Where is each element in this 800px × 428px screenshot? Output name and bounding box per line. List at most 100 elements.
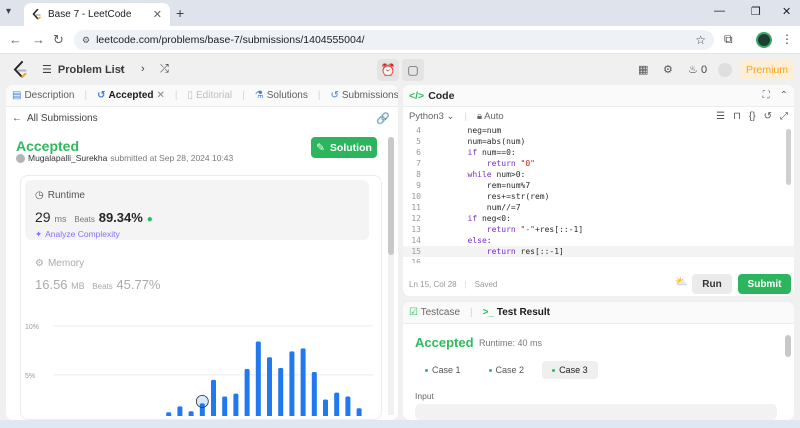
streak-counter[interactable]: ♨ 0 [688,63,707,76]
code-line[interactable]: 7 return "0" [403,158,794,169]
chart-bar[interactable] [244,369,250,416]
close-icon[interactable]: ✕ [153,8,162,21]
tab-accepted[interactable]: ↺ Accepted ✕ [97,90,165,101]
tab-editorial[interactable]: ▯ Editorial [188,90,233,101]
extensions-icon[interactable]: ⧉ [724,32,733,47]
chart-bar[interactable] [188,411,194,416]
forward-icon[interactable]: → [32,32,45,47]
chart-bar[interactable] [345,396,351,416]
tab-description[interactable]: ▤ Description [12,90,74,101]
tab-search-icon[interactable]: ▾ [6,6,11,17]
chart-bar[interactable] [267,357,272,416]
code-line[interactable]: 8 while num>0: [403,169,794,180]
code-scrollbar[interactable] [786,129,791,185]
left-panel-scrollbar[interactable] [388,137,394,415]
code-line[interactable]: 13 return "-"+res[::-1] [403,224,794,235]
window-close-icon[interactable]: ✕ [782,5,791,18]
code-line[interactable]: 14 else: [403,235,794,246]
analyze-complexity-link[interactable]: ✦ Analyze Complexity [35,229,120,240]
new-tab-icon[interactable]: + [176,5,184,21]
tab-close-icon[interactable]: ✕ [157,90,165,101]
code-line[interactable]: 4 neg=num [403,125,794,136]
chart-bar[interactable] [233,393,239,416]
shuffle-icon[interactable]: ⤮ [160,63,169,76]
code-line[interactable]: 5 num=abs(num) [403,136,794,147]
code-line[interactable]: 16 [403,257,794,263]
tab-test-result[interactable]: >_ Test Result [483,307,550,318]
site-info-icon[interactable]: ⚙ [82,35,90,46]
case-1-button[interactable]: Case 1 [415,361,471,379]
solution-button[interactable]: ✎ Solution [311,137,377,158]
chart-bar[interactable] [166,412,172,416]
editor-status: Ln 15, Col 28 | Saved [409,280,498,289]
next-problem-icon[interactable]: › [141,63,145,75]
chart-bar[interactable] [334,392,340,416]
tab-testcase[interactable]: ☑ Testcase [409,307,460,318]
maximize-icon[interactable]: ⛶ [763,90,770,101]
url-text[interactable]: leetcode.com/problems/base-7/submissions… [96,34,689,46]
code-line[interactable]: 6 if num==0: [403,147,794,158]
code-text: return res[::-1] [486,247,564,256]
submission-panel: ▤ Description | ↺ Accepted ✕ | ▯ Editori… [6,85,398,420]
restore-icon[interactable]: ❐ [751,5,761,18]
runtime-box[interactable]: ◷ Runtime 29 ms Beats 89.34% ● ✦ Analyze… [25,180,369,240]
chart-bar[interactable] [255,341,261,416]
submit-button[interactable]: Submit [738,274,791,294]
layout-grid-icon[interactable]: ▦ [638,63,648,76]
braces-icon[interactable]: {} [749,111,756,122]
runtime-distribution-chart[interactable]: 10% 5% [21,316,381,416]
chart-bar[interactable] [177,406,183,416]
code-line[interactable]: 10 res+=str(rem) [403,191,794,202]
notes-icon[interactable]: ☰ [716,111,725,122]
previous-problem-icon[interactable]: ‹ [120,63,124,75]
code-line[interactable]: 15 return res[::-1] [403,246,794,257]
code-line[interactable]: 11 num//=7 [403,202,794,213]
auto-mode[interactable]: 🔒︎ Auto [477,111,504,122]
chart-bar[interactable] [211,379,216,416]
run-button[interactable]: Run [692,274,732,294]
memory-label[interactable]: ⚙ Memory [35,258,84,269]
note-icon[interactable]: ▢ [402,59,424,81]
collapse-icon[interactable]: ⌃ [780,90,788,101]
profile-avatar[interactable] [756,32,772,48]
chart-bar[interactable] [278,368,284,416]
case-selector: Case 1 Case 2 Case 3 [415,361,598,379]
bookmark-icon[interactable]: ⊓ [733,111,741,122]
chart-bar[interactable] [311,371,317,416]
chart-bar[interactable] [289,351,295,416]
minimize-icon[interactable]: — [714,5,725,17]
code-line[interactable]: 12 if neg<0: [403,213,794,224]
chart-bar[interactable] [356,408,362,416]
browser-tab[interactable]: Base 7 - LeetCode ✕ [24,3,170,26]
back-icon[interactable]: ← [9,32,22,47]
premium-button[interactable]: Premium [740,60,794,80]
tab-solutions[interactable]: ⚗ Solutions [255,90,308,101]
all-submissions-link[interactable]: ← All Submissions [12,113,98,124]
case-3-button[interactable]: Case 3 [542,361,598,379]
leetcode-logo-icon[interactable] [12,61,28,79]
address-bar[interactable]: ⚙ leetcode.com/problems/base-7/submissio… [74,30,714,50]
result-scrollbar[interactable] [785,335,791,357]
code-line[interactable]: 9 rem=num%7 [403,180,794,191]
timer-icon[interactable]: ⏰ [377,59,399,81]
language-select[interactable]: Python3 ⌄ [409,111,454,122]
reload-icon[interactable]: ↻ [53,32,64,48]
submitter-username[interactable]: Mugalapalli_Surekha [28,153,107,163]
share-link-icon[interactable]: 🔗 [376,112,390,125]
user-avatar-small [16,153,25,163]
chart-bar[interactable] [300,348,306,416]
code-editor[interactable]: 4 neg=num 5 num=abs(num) 6 if num==0: 7 ret… [403,125,794,263]
bookmark-star-icon[interactable]: ☆ [695,33,706,47]
your-submission-marker[interactable] [195,394,209,408]
browser-menu-icon[interactable]: ⋮ [781,32,793,46]
user-avatar[interactable] [718,63,732,77]
expand-icon[interactable]: ⤢ [780,111,788,122]
tab-submissions[interactable]: ↺ Submissions [330,90,398,101]
chart-bar[interactable] [323,399,328,416]
reset-icon[interactable]: ↺ [764,111,772,122]
problem-list-button[interactable]: ☰ Problem List [42,63,125,77]
case-2-button[interactable]: Case 2 [479,361,535,379]
cloud-upload-icon[interactable]: ⛅ [675,277,687,288]
chart-bar[interactable] [222,396,228,416]
settings-gear-icon[interactable]: ⚙ [663,63,673,76]
